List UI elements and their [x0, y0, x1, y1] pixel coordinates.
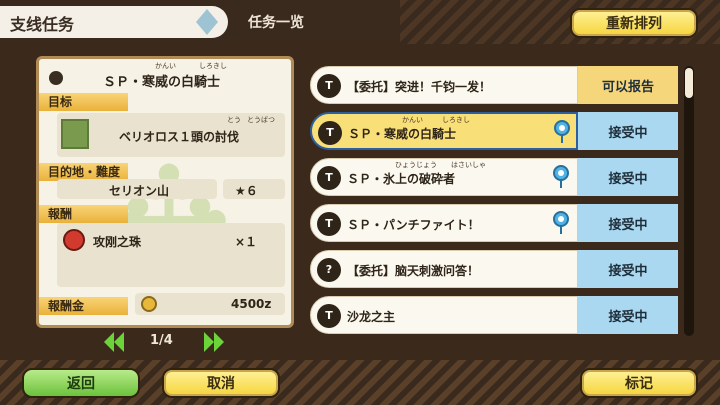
quest-name: ＳＰ・寒威の白騎士 [348, 127, 457, 141]
quest-icon: T [318, 121, 342, 145]
quest-icon: T [317, 166, 341, 190]
quest-row[interactable]: T ＳＰ・パンチファイト！ 接受中 [310, 204, 678, 242]
coin-icon [141, 296, 157, 312]
quest-row-body[interactable]: T 沙龙之主 [310, 296, 578, 334]
destination-text: セリオン山 [109, 184, 170, 198]
quest-name-ruby-1: かんい [155, 62, 176, 70]
quest-status: 接受中 [578, 112, 678, 150]
location-pin-icon [551, 165, 571, 189]
target-label: 目标 [39, 93, 128, 111]
gem-icon [196, 9, 218, 35]
list-title: 任务一览 [248, 15, 304, 31]
quest-list: T 【委托】突进！千钧一发！ 可以报告 T かんい しろきし ＳＰ・寒威の白騎士… [310, 64, 680, 342]
money-value: 4500z [231, 297, 272, 311]
money-label: 報酬金 [39, 297, 128, 315]
quest-ruby-1: かんい [402, 116, 423, 124]
section-title: 支线任务 [10, 15, 75, 34]
quest-icon: T [317, 304, 341, 328]
target-text: ベリオロス１頭の討伐 [119, 130, 240, 144]
quest-row-body[interactable]: T ひょうじょう はさいしゃ ＳＰ・氷上の破砕者 [310, 158, 578, 196]
target-ruby-1: とう [227, 116, 241, 124]
quest-name-ruby-2: しろきし [199, 62, 227, 70]
quest-status: 接受中 [578, 158, 678, 196]
cancel-button[interactable]: 取消 [162, 368, 280, 398]
reward-label: 報酬 [39, 205, 128, 223]
mark-button[interactable]: 标记 [580, 368, 698, 398]
quest-row[interactable]: T ひょうじょう はさいしゃ ＳＰ・氷上の破砕者 接受中 [310, 158, 678, 196]
quest-status: 可以报告 [578, 66, 678, 104]
target-box: とう とうばつ ベリオロス１頭の討伐 [57, 113, 285, 157]
quest-row-body[interactable]: T 【委托】突进！千钧一发！ [310, 66, 578, 104]
reward-item: 攻刚之珠 [93, 235, 142, 249]
scrollbar-thumb[interactable] [685, 68, 693, 98]
destination-box: セリオン山 [57, 179, 217, 199]
quest-name: ＳＰ・氷上の破砕者 [347, 172, 456, 186]
quest-status: 接受中 [578, 296, 678, 334]
target-ruby-2: とうばつ [247, 116, 275, 124]
quest-row[interactable]: T かんい しろきし ＳＰ・寒威の白騎士 接受中 [310, 112, 678, 150]
location-pin-icon [552, 120, 572, 144]
next-page-icon[interactable] [202, 332, 224, 352]
quest-row[interactable]: T 【委托】突进！千钧一发！ 可以报告 [310, 66, 678, 104]
reward-box: 攻刚之珠 ×１ [57, 223, 285, 287]
quest-icon: T [317, 212, 341, 236]
detail-quest-name: ＳＰ・寒威の白騎士 [103, 75, 221, 90]
section-title-plate: 支线任务 [0, 6, 228, 38]
quest-name: 沙龙之主 [347, 310, 396, 324]
money-box: 4500z [135, 293, 285, 315]
location-pin-icon [551, 211, 571, 235]
page-indicator: 1/4 [150, 333, 173, 348]
quest-icon [49, 71, 63, 85]
quest-row[interactable]: ? 【委托】脑天刺激问答！ 接受中 [310, 250, 678, 288]
quest-status: 接受中 [578, 250, 678, 288]
quest-row-body[interactable]: T かんい しろきし ＳＰ・寒威の白騎士 [310, 112, 578, 150]
quest-name: ＳＰ・パンチファイト！ [347, 218, 480, 232]
reward-qty: ×１ [235, 235, 258, 249]
quest-name: 【委托】突进！千钧一发！ [347, 80, 492, 94]
jewel-icon [63, 229, 85, 251]
quest-name: 【委托】脑天刺激问答！ [347, 264, 480, 278]
quest-ruby-1: ひょうじょう [395, 161, 437, 169]
difficulty-box: ★６ [223, 179, 285, 199]
quest-ruby-2: はさいしゃ [451, 161, 486, 169]
quest-row-body[interactable]: ? 【委托】脑天刺激问答！ [310, 250, 578, 288]
quest-detail-panel: ✥ かんい しろきし ＳＰ・寒威の白騎士 目标 とう とうばつ ベリオロス１頭の… [36, 56, 294, 328]
back-button[interactable]: 返回 [22, 368, 140, 398]
question-icon: ? [317, 258, 341, 282]
quest-status: 接受中 [578, 204, 678, 242]
quest-row[interactable]: T 沙龙之主 接受中 [310, 296, 678, 334]
prev-page-icon[interactable] [104, 332, 126, 352]
difficulty-text: ★６ [235, 184, 258, 198]
monster-portrait-icon [61, 119, 89, 149]
quest-list-scrollbar[interactable] [684, 66, 694, 336]
resort-button[interactable]: 重新排列 [570, 8, 698, 38]
quest-ruby-2: しろきし [442, 116, 470, 124]
quest-icon: T [317, 74, 341, 98]
quest-row-body[interactable]: T ＳＰ・パンチファイト！ [310, 204, 578, 242]
